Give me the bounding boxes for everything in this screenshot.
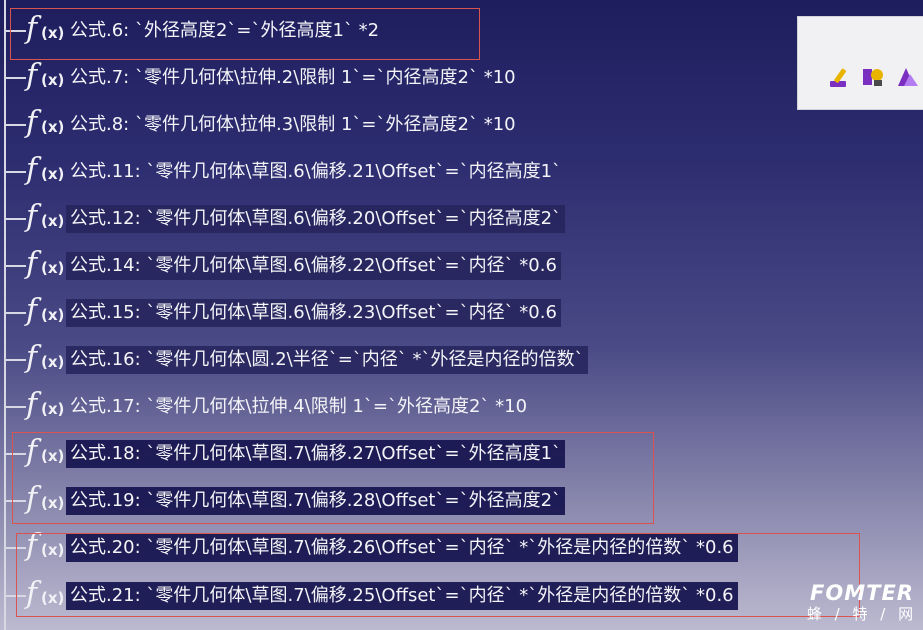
tree-branch	[4, 312, 26, 314]
formula-row-17[interactable]: f (x) 公式.17: `零件几何体\拉伸.4\限制 1`=`外径高度2` *1…	[4, 387, 531, 427]
formula-fx-icon: f (x)	[26, 105, 65, 140]
formula-row-11[interactable]: f (x) 公式.11: `零件几何体\草图.6\偏移.21\Offset`=`内…	[4, 152, 565, 192]
formula-label[interactable]: 公式.7: `零件几何体\拉伸.2\限制 1`=`内径高度2` *10	[66, 64, 520, 92]
watermark-subtitle: 蜂 / 特 / 网	[806, 605, 918, 623]
tree-branch	[4, 359, 26, 361]
formula-label[interactable]: 公式.11: `零件几何体\草图.6\偏移.21\Offset`=`内径高度1`	[66, 158, 565, 186]
formula-fx-icon: f (x)	[26, 152, 65, 187]
formula-fx-icon: f (x)	[26, 293, 65, 328]
tree-branch	[4, 265, 26, 267]
formula-row-12[interactable]: f (x) 公式.12: `零件几何体\草图.6\偏移.20\Offset`=`内…	[4, 199, 566, 239]
pencil-edit-icon[interactable]	[828, 65, 854, 89]
formula-fx-icon: f (x)	[26, 58, 65, 93]
tree-branch	[4, 77, 26, 79]
formula-fx-icon: f (x)	[26, 387, 65, 422]
formula-label[interactable]: 公式.17: `零件几何体\拉伸.4\限制 1`=`外径高度2` *10	[66, 393, 531, 421]
formula-fx-icon: f (x)	[26, 246, 65, 281]
formula-label[interactable]: 公式.12: `零件几何体\草图.6\偏移.20\Offset`=`内径高度2`	[66, 205, 566, 233]
formula-tool-icon[interactable]	[860, 65, 886, 89]
formula-row-14[interactable]: f (x) 公式.14: `零件几何体\草图.6\偏移.22\Offset`=`内…	[4, 246, 561, 286]
formula-label[interactable]: 公式.16: `零件几何体\圆.2\半径`=`内径` *`外径是内径的倍数`	[66, 346, 588, 374]
watermark-logo: FOMTER	[810, 581, 914, 605]
tree-branch	[4, 218, 26, 220]
toolbar-panel	[797, 16, 923, 110]
sketch-tool-icon[interactable]	[894, 65, 920, 89]
formula-label[interactable]: 公式.14: `零件几何体\草图.6\偏移.22\Offset`=`内径` *0…	[66, 252, 561, 280]
formula-label[interactable]: 公式.15: `零件几何体\草图.6\偏移.23\Offset`=`内径` *0…	[66, 299, 561, 327]
formula-row-15[interactable]: f (x) 公式.15: `零件几何体\草图.6\偏移.23\Offset`=`内…	[4, 293, 561, 333]
formula-fx-icon: f (x)	[26, 340, 65, 375]
tree-branch	[4, 171, 26, 173]
tree-branch	[4, 406, 26, 408]
formula-fx-icon: f (x)	[26, 199, 65, 234]
formula-row-7[interactable]: f (x) 公式.7: `零件几何体\拉伸.2\限制 1`=`内径高度2` *10	[4, 58, 520, 98]
annotation-box-formulas-20-21	[16, 533, 860, 617]
formula-row-16[interactable]: f (x) 公式.16: `零件几何体\圆.2\半径`=`内径` *`外径是内径的…	[4, 340, 588, 380]
tree-branch	[4, 124, 26, 126]
annotation-box-formulas-18-19	[12, 432, 654, 524]
annotation-box-formula-6	[10, 8, 480, 60]
watermark: FOMTER 蜂 / 特 / 网	[806, 582, 918, 624]
formula-label[interactable]: 公式.8: `零件几何体\拉伸.3\限制 1`=`外径高度2` *10	[66, 111, 520, 139]
formula-row-8[interactable]: f (x) 公式.8: `零件几何体\拉伸.3\限制 1`=`外径高度2` *10	[4, 105, 520, 145]
